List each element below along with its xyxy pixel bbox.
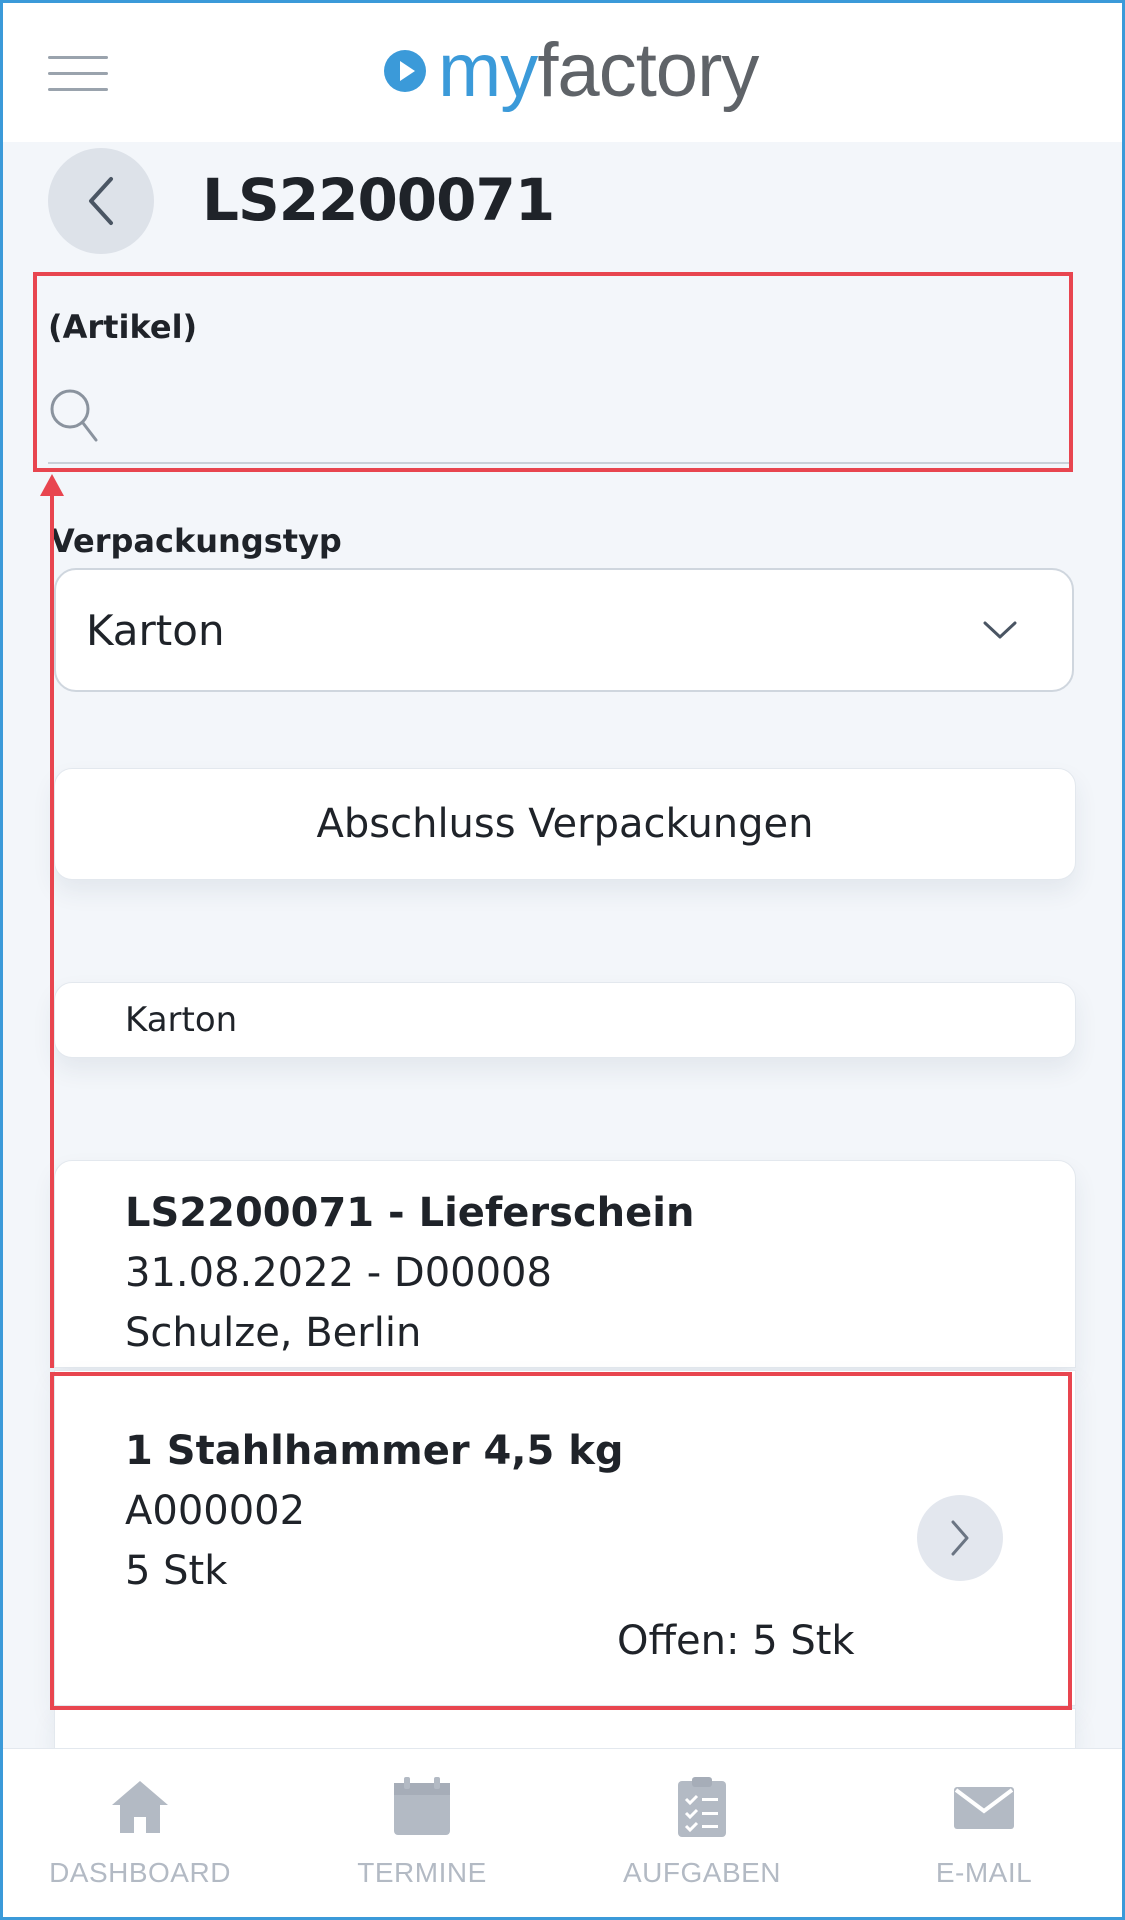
delivery-title: LS2200071 - Lieferschein	[125, 1190, 695, 1236]
chevron-down-icon	[983, 621, 1017, 639]
delivery-date-customer: 31.08.2022 - D00008	[125, 1250, 552, 1296]
home-icon	[112, 1781, 168, 1833]
delivery-note-card: LS2200071 - Lieferschein 31.08.2022 - D0…	[54, 1160, 1076, 1368]
nav-dashboard[interactable]: DASHBOARD	[20, 1775, 260, 1905]
page-title: LS2200071	[202, 166, 555, 234]
annotation-arrow-head	[40, 474, 64, 496]
nav-aufgaben[interactable]: AUFGABEN	[582, 1775, 822, 1905]
nav-email-label: E-MAIL	[935, 1857, 1033, 1888]
app-logo: myfactory	[382, 26, 759, 116]
menu-button[interactable]	[48, 50, 108, 92]
play-logo-icon	[384, 50, 426, 92]
nav-dashboard-label: DASHBOARD	[49, 1857, 231, 1888]
packaging-type-value: Karton	[86, 605, 225, 655]
nav-termine[interactable]: TERMINE	[302, 1775, 542, 1905]
artikel-search-field[interactable]	[48, 370, 1070, 464]
package-list-item[interactable]: Karton	[54, 982, 1076, 1058]
line-item-card[interactable]: 1 Stahlhammer 4,5 kg A000002 5 Stk Offen…	[54, 1370, 1076, 1706]
mail-icon	[954, 1787, 1014, 1829]
nav-aufgaben-label: AUFGABEN	[622, 1857, 782, 1888]
chevron-right-icon	[951, 1520, 969, 1556]
calendar-icon	[394, 1777, 450, 1835]
packaging-type-select[interactable]: Karton	[54, 568, 1074, 692]
item-title: 1 Stahlhammer 4,5 kg	[125, 1428, 624, 1474]
logo-wordmark: myfactory	[438, 28, 759, 113]
nav-termine-label: TERMINE	[357, 1857, 487, 1888]
app-header: myfactory	[0, 0, 1125, 142]
bottom-navigation: DASHBOARD TERMINE AUFGABEN E-MAIL	[0, 1748, 1125, 1920]
packaging-type-label: Verpackungstyp	[50, 522, 342, 560]
nav-email[interactable]: E-MAIL	[864, 1775, 1104, 1905]
finish-packaging-button[interactable]: Abschluss Verpackungen	[54, 768, 1076, 880]
delivery-address: Schulze, Berlin	[125, 1310, 422, 1356]
annotation-arrow-line	[50, 490, 54, 1368]
chevron-left-icon	[89, 177, 113, 225]
artikel-search-input[interactable]	[114, 381, 1070, 451]
clipboard-icon	[678, 1777, 726, 1837]
back-button[interactable]	[48, 148, 154, 254]
item-next-button[interactable]	[917, 1495, 1003, 1581]
next-card-partial	[54, 1708, 1076, 1748]
item-open-quantity: Offen: 5 Stk	[617, 1618, 855, 1664]
search-icon	[50, 389, 98, 442]
artikel-label: (Artikel)	[48, 308, 198, 346]
